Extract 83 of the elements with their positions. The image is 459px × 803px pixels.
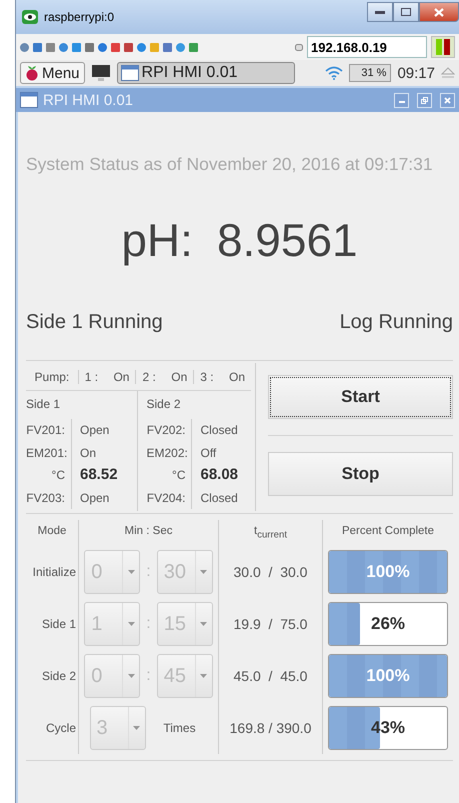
dropdown-arrow-icon (128, 674, 135, 678)
time-separator: : (146, 667, 151, 685)
pump-state: On (171, 370, 188, 384)
eye-icon (22, 10, 38, 24)
percent-text: 100% (366, 666, 410, 686)
restore-icon (421, 96, 428, 104)
elapsed-time: 30.0 / 30.0 (234, 564, 308, 580)
dropdown-arrow-icon (133, 726, 140, 730)
elapsed-time: 45.0 / 45.0 (234, 668, 308, 684)
mode-label: Side 2 (40, 669, 77, 683)
unit-label: °C (146, 464, 192, 486)
window-icon (20, 92, 38, 108)
side-title: Side 2 (146, 397, 182, 413)
status-indicator (431, 36, 455, 58)
unit-label: °C (26, 464, 72, 486)
dropdown-arrow-icon (128, 570, 135, 574)
percent-text: 100% (366, 562, 410, 582)
raspberry-icon (25, 65, 39, 81)
cpu-usage: 31 % (349, 64, 392, 82)
side-title: Side 1 (26, 397, 62, 413)
dropdown-arrow-icon (128, 622, 135, 626)
mode-label: Side 1 (40, 617, 77, 631)
unit-label: Times (162, 721, 197, 735)
monitor-icon[interactable] (90, 64, 111, 82)
valve-label: FV203: (26, 486, 72, 509)
state-value: Open (79, 422, 110, 439)
temperature-value: 68.52 (79, 465, 119, 485)
maximize-icon (401, 8, 411, 16)
taskbar-window-button[interactable]: RPI HMI 0.01 (116, 62, 295, 84)
state-value: Off (199, 444, 218, 462)
window-icon (120, 65, 139, 81)
minimize-icon (375, 10, 385, 14)
valve-label: FV202: (146, 419, 192, 442)
pump-state: On (229, 370, 246, 384)
minimize-button[interactable] (367, 2, 393, 22)
dropdown-arrow-icon (200, 570, 208, 574)
ph-label: pH: (121, 213, 193, 267)
valve-label: EM201: (26, 442, 72, 464)
pump-number: 3 : (200, 370, 214, 384)
time-separator: : (146, 615, 151, 633)
eject-icon[interactable] (441, 67, 455, 79)
state-value: On (79, 444, 98, 462)
pump-label: Pump: (34, 370, 70, 384)
clock: 09:17 (397, 64, 435, 82)
valve-label: FV201: (26, 419, 72, 442)
log-status: Log Running (340, 311, 453, 334)
menu-button[interactable]: Menu (20, 62, 85, 84)
connection-icon (295, 44, 303, 50)
state-value: Closed (199, 422, 239, 439)
temperature-value: 68.08 (199, 465, 240, 485)
valve-label: EM202: (146, 442, 192, 464)
pump-number: 2 : (142, 370, 156, 384)
state-value: Open (79, 490, 110, 506)
status-text: System Status as of November 20, 2016 at 09:17:31 (26, 154, 434, 175)
dropdown-arrow-icon (200, 674, 208, 678)
close-button[interactable] (419, 2, 459, 22)
close-icon (444, 96, 451, 104)
close-icon (434, 8, 444, 16)
time-separator: : (146, 563, 151, 581)
valve-label: FV204: (146, 486, 192, 509)
mode-label: Cycle (44, 721, 77, 735)
wifi-icon[interactable] (325, 66, 344, 80)
restore-button[interactable] (417, 92, 432, 108)
pump-state: On (113, 370, 130, 384)
action-button[interactable]: Stop (268, 452, 453, 496)
window-title: raspberrypi:0 (44, 10, 116, 24)
elapsed-time: 169.8 / 390.0 (230, 720, 312, 736)
host-field[interactable]: 192.168.0.19 (307, 36, 427, 58)
column-header: Min : Sec (78, 520, 218, 546)
column-header: t$_{current}$ (218, 520, 322, 546)
ph-value: 8.9561 (216, 213, 358, 267)
column-header: Percent Complete (322, 520, 453, 546)
column-header: Mode (36, 524, 68, 539)
app-window-title: RPI HMI 0.01 (43, 92, 134, 108)
side-status: Side 1 Running (26, 311, 163, 334)
dropdown-arrow-icon (200, 622, 208, 626)
action-button[interactable]: Start (268, 375, 453, 419)
pump-number: 1 : (84, 370, 98, 384)
elapsed-time: 19.9 / 75.0 (234, 616, 308, 632)
state-value: Closed (199, 490, 239, 506)
mode-label: Initialize (32, 565, 77, 579)
maximize-button[interactable] (393, 2, 419, 22)
percent-text: 26% (370, 614, 406, 634)
